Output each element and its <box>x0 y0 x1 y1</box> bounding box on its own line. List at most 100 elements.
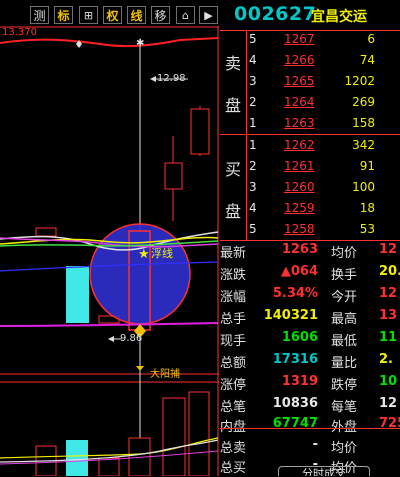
level: 1 <box>249 116 257 130</box>
candle-6 <box>190 108 210 155</box>
play-icon[interactable]: ▶ <box>199 6 218 24</box>
buy-row-1[interactable]: 1 1262 342 <box>220 135 400 155</box>
quote-row: 总手 140321 最高 13 <box>220 306 400 328</box>
quote-label: 涨跌 <box>220 268 247 283</box>
quote-row: 最新 1263 均价 12 <box>220 240 400 262</box>
quote-row: 总笔 10836 每笔 12 <box>220 394 400 416</box>
buy-row-5[interactable]: 5 1258 53 <box>220 219 400 239</box>
quote-value: 2. <box>379 352 393 367</box>
high-price-label: 13.370 <box>2 27 37 38</box>
stock-code: 002627 <box>234 3 317 25</box>
volume: 6 <box>367 32 375 46</box>
quote-label: 现手 <box>220 334 247 349</box>
quote-value: 12 <box>379 286 398 301</box>
quote-value: 1606 <box>281 330 318 345</box>
price: 1265 <box>284 74 315 88</box>
level: 5 <box>249 222 257 236</box>
measure-button[interactable]: 测 <box>30 6 49 24</box>
quote-value: 20.08 <box>379 264 400 279</box>
sell-row-1[interactable]: 1 1263 158 <box>220 113 400 133</box>
level: 3 <box>249 180 257 194</box>
quote-row: 涨停 1319 跌停 10 <box>220 372 400 394</box>
quote-label: 跌停 <box>331 378 358 393</box>
quote-value: 5.34% <box>272 286 318 301</box>
quote-label: 总卖 <box>220 441 247 456</box>
volume: 53 <box>359 222 375 236</box>
volume: 91 <box>359 159 375 173</box>
quote-row: 内盘67747外盘725 <box>220 414 400 436</box>
price: 1261 <box>284 159 315 173</box>
chart-toolbar: 测 标 ⊞ 权 线 移 ⌂ ▶ <box>0 0 220 26</box>
quote-value: 1263 <box>281 242 318 257</box>
volume: 100 <box>352 180 375 194</box>
volume: 1202 <box>344 74 375 88</box>
svg-text:★: ★ <box>138 247 150 262</box>
quote-label: 换手 <box>331 268 358 283</box>
price: 1263 <box>284 116 315 130</box>
level: 4 <box>249 201 257 215</box>
buy-row-4[interactable]: 4 1259 18 <box>220 198 400 218</box>
quote-value: 10 <box>379 374 398 389</box>
quote-label: 涨停 <box>220 378 247 393</box>
stock-name: 宜昌交运 <box>311 9 367 25</box>
kline-chart[interactable]: ✱ ★ 13.370 12.98 9.86 浮线 大阳捕 <box>0 26 219 476</box>
quote-value: 11 <box>379 330 398 345</box>
level: 1 <box>249 138 257 152</box>
quote-label: 均价 <box>331 441 358 456</box>
quote-row: 涨跌 ▲064 换手 20.08 <box>220 262 400 284</box>
candle-1 <box>35 227 57 237</box>
volume: 74 <box>359 53 375 67</box>
quote-label: 涨幅 <box>220 290 247 305</box>
quote-label: 均价 <box>331 246 358 261</box>
quote-label: 最高 <box>331 312 358 327</box>
candle-5 <box>164 162 183 190</box>
move-button[interactable]: 移 <box>151 6 170 24</box>
quote-label: 最新 <box>220 246 247 261</box>
price: 1259 <box>284 201 315 215</box>
quote-row: 现手 1606 最低 11 <box>220 328 400 350</box>
buy-row-3[interactable]: 3 1260 100 <box>220 177 400 197</box>
price: 1260 <box>284 180 315 194</box>
sell-row-2[interactable]: 2 1264 269 <box>220 92 400 112</box>
quote-value: 12 <box>379 396 398 411</box>
volume: 18 <box>359 201 375 215</box>
sell-row-3[interactable]: 3 1265 1202 <box>220 71 400 91</box>
grid-icon[interactable]: ⊞ <box>79 6 98 24</box>
quote-label: 每笔 <box>331 400 358 415</box>
volume: 269 <box>352 95 375 109</box>
level: 5 <box>249 32 257 46</box>
price: 1264 <box>284 95 315 109</box>
level: 3 <box>249 74 257 88</box>
quote-label: 总笔 <box>220 400 247 415</box>
quote-label: 最低 <box>331 334 358 349</box>
quote-value: - <box>312 437 318 452</box>
level: 4 <box>249 53 257 67</box>
quote-label: 外盘 <box>331 420 358 435</box>
upper-band-line <box>0 37 219 48</box>
home-icon[interactable]: ⌂ <box>176 6 195 24</box>
big-yang-annotation: 大阳捕 <box>150 369 180 380</box>
quote-label: 内盘 <box>220 420 247 435</box>
quote-label: 今开 <box>331 290 358 305</box>
quote-row: 总卖 - 均价 <box>220 435 400 457</box>
quote-value: 1319 <box>281 374 318 389</box>
kline-svg: ✱ ★ <box>0 26 219 476</box>
line-button[interactable]: 线 <box>127 6 146 24</box>
sell-row-5[interactable]: 5 1267 6 <box>220 29 400 49</box>
quote-value: 13 <box>379 308 398 323</box>
tab-time-sales[interactable]: 分时成交 <box>278 466 370 476</box>
low-price-label: 9.86 <box>120 333 143 344</box>
quote-value: 10836 <box>272 396 318 411</box>
sell-row-4[interactable]: 4 1266 74 <box>220 50 400 70</box>
mark-button[interactable]: 标 <box>54 6 73 24</box>
volume: 342 <box>352 138 375 152</box>
stock-header: 002627 宜昌交运 <box>220 0 400 30</box>
float-line-annotation: 浮线 <box>151 247 173 260</box>
bottom-tab-bar: 分时成交 <box>220 466 400 476</box>
svg-text:✱: ✱ <box>136 38 144 49</box>
buy-row-2[interactable]: 2 1261 91 <box>220 156 400 176</box>
quote-value: 140321 <box>263 308 318 323</box>
divider <box>220 428 400 429</box>
quote-value: ▲064 <box>280 264 318 279</box>
rights-button[interactable]: 权 <box>103 6 122 24</box>
